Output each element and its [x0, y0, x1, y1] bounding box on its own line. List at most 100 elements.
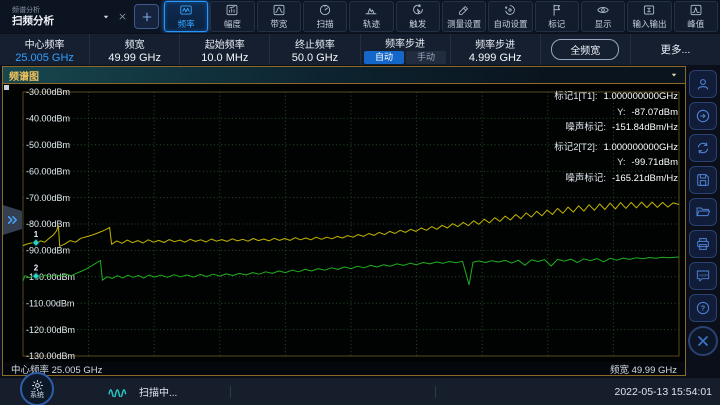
- y-axis-tick-label: -50.00dBm: [26, 140, 70, 150]
- svg-text:+SOP: +SOP: [698, 273, 708, 277]
- arrow-right-circle-icon: [695, 108, 711, 124]
- toolbar-button-display-eye[interactable]: 显示: [581, 1, 625, 32]
- toolbar-button-trace[interactable]: 轨迹: [349, 1, 393, 32]
- param-field-1-value[interactable]: 频宽49.99 GHz: [90, 34, 180, 65]
- tab-close-icon[interactable]: [117, 11, 128, 22]
- top-toolbar: 频谱分析 扫频分析 频率 幅度 带宽 扫描 轨迹触发 测量设置自动设置标记 显示输入输出 峰值: [0, 0, 720, 33]
- sidebar-button-refresh[interactable]: [689, 134, 717, 162]
- marker-readout-label: Y:: [617, 105, 625, 121]
- toolbar-button-label: 带宽: [270, 18, 287, 30]
- input-output-icon: [642, 3, 656, 17]
- trigger-icon: [411, 3, 425, 17]
- toolbar-button-label: 幅度: [224, 18, 241, 30]
- y-axis-tick-label: -30.00dBm: [26, 87, 70, 97]
- chart-panel-header[interactable]: 频谱图: [3, 67, 685, 84]
- statusbar-separator: [435, 386, 436, 398]
- chart-title: 频谱图: [9, 68, 39, 83]
- more-button[interactable]: 更多...: [661, 42, 691, 57]
- display-eye-icon: [596, 3, 610, 17]
- sidebar-button-help[interactable]: ?: [689, 294, 717, 322]
- toolbar-button-label: 触发: [409, 18, 426, 30]
- marker-readout-label: 标记2[T2]:: [554, 140, 597, 156]
- sidebar-button-printer[interactable]: [689, 230, 717, 258]
- sidebar-button-sop-bubble[interactable]: +SOP: [689, 262, 717, 290]
- param-label: 频率步进: [475, 36, 515, 51]
- statusbar-separator: [230, 386, 231, 398]
- param-field-6-pill[interactable]: 全频宽: [541, 34, 631, 65]
- marker-readout-line: 噪声标记:-165.21dBm/Hz: [554, 171, 678, 187]
- right-sidebar: +SOP?: [686, 66, 720, 378]
- peak-icon: [689, 3, 703, 17]
- sidebar-button-clover[interactable]: [688, 326, 718, 356]
- toolbar-button-amplitude[interactable]: 幅度: [210, 1, 254, 32]
- full-span-button[interactable]: 全频宽: [551, 39, 619, 60]
- sidebar-button-arrow-right-circle[interactable]: [689, 102, 717, 130]
- toolbar-button-marker-flag[interactable]: 标记: [535, 1, 579, 32]
- toolbar-button-label: 标记: [548, 18, 565, 30]
- toolbar-button-frequency[interactable]: 频率: [164, 1, 208, 32]
- toggle-option-0[interactable]: 自动: [364, 51, 404, 64]
- param-label: 终止频率: [295, 36, 335, 51]
- sidebar-button-save[interactable]: [689, 166, 717, 194]
- save-icon: [695, 172, 711, 188]
- toolbar-button-label: 频率: [178, 18, 195, 30]
- param-field-0-value[interactable]: 中心频率25.005 GHz: [0, 34, 90, 65]
- user-icon: [695, 76, 711, 92]
- toolbar-button-input-output[interactable]: 输入输出: [627, 1, 671, 32]
- y-axis-tick-label: -40.00dBm: [26, 114, 70, 124]
- system-button[interactable]: 系统: [20, 372, 54, 405]
- header-caret-icon[interactable]: [669, 70, 679, 80]
- chart-footer: 中心频率 25.005 GHz 频宽 49.99 GHz: [3, 362, 685, 375]
- toolbar-button-label: 峰值: [687, 18, 704, 30]
- toolbar-button-measure-setup[interactable]: 测量设置: [442, 1, 486, 32]
- tab-dropdown-caret-icon[interactable]: [101, 12, 111, 22]
- param-field-5-value[interactable]: 频率步进4.999 GHz: [451, 34, 541, 65]
- gear-icon: [31, 379, 44, 392]
- amplitude-icon: [225, 3, 239, 17]
- param-value: 49.99 GHz: [108, 52, 161, 64]
- toolbar-button-label: 输入输出: [632, 18, 666, 30]
- param-field-4-toggle[interactable]: 频率步进自动手动: [361, 34, 451, 65]
- marker-readout-value: 1.000000000GHz: [604, 140, 678, 156]
- frequency-icon: [179, 3, 193, 17]
- trace-icon: [364, 3, 378, 17]
- toggle-option-1[interactable]: 手动: [406, 51, 446, 64]
- tab-text-block: 频谱分析 扫频分析: [12, 6, 97, 27]
- marker-readout-label: Y:: [617, 155, 625, 171]
- toolbar-button-label: 扫描: [317, 18, 334, 30]
- marker-readout-label: 标记1[T1]:: [554, 89, 597, 105]
- marker-readout-line: 标记1[T1]: 1.000000000GHz: [554, 89, 678, 105]
- y-axis-tick-label: -130.00dBm: [26, 351, 75, 361]
- toolbar-button-bandwidth[interactable]: 带宽: [257, 1, 301, 32]
- toolbar-button-auto-setup[interactable]: 自动设置: [488, 1, 532, 32]
- sidebar-button-folder-open[interactable]: [689, 198, 717, 226]
- param-label: 频率步进: [385, 35, 425, 50]
- toolbar-button-peak[interactable]: 峰值: [674, 1, 718, 32]
- marker-readout-value: -151.84dBm/Hz: [612, 120, 678, 136]
- clock: 2022-05-13 15:54:01: [615, 386, 713, 398]
- app-mode-label: 频谱分析: [12, 6, 97, 15]
- trace-2: [23, 257, 679, 285]
- param-field-7-more[interactable]: 更多...: [631, 34, 720, 65]
- param-value: 50.0 GHz: [292, 52, 338, 64]
- sidebar-button-user[interactable]: [689, 70, 717, 98]
- marker-readout-line: 噪声标记: -151.84dBm/Hz: [554, 120, 678, 136]
- marker-readout-value: -99.71dBm: [632, 155, 678, 171]
- marker-readout-value: 1.000000000GHz: [604, 89, 678, 105]
- footer-span: 频宽 49.99 GHz: [610, 362, 677, 376]
- param-field-2-value[interactable]: 起始频率10.0 MHz: [180, 34, 270, 65]
- marker-readout-value: -87.07dBm: [632, 105, 678, 121]
- marker-readout-label: 噪声标记:: [565, 120, 606, 136]
- param-field-3-value[interactable]: 终止频率50.0 GHz: [270, 34, 360, 65]
- add-tab-button[interactable]: [134, 4, 159, 29]
- sweep-status-text: 扫描中...: [139, 384, 177, 399]
- help-icon: ?: [695, 300, 711, 316]
- spectrum-analyzer-app: 频谱分析 扫频分析 频率 幅度 带宽 扫描 轨迹触发 测量设置自动设置标记 显示输入输出 峰值…: [0, 0, 720, 405]
- folder-open-icon: [695, 204, 711, 220]
- measure-setup-icon: [457, 3, 471, 17]
- toolbar-button-sweep[interactable]: 扫描: [303, 1, 347, 32]
- y-axis-tick-label: -110.00dBm: [26, 298, 74, 308]
- measurement-tab[interactable]: 频谱分析 扫频分析: [0, 6, 128, 27]
- y-axis-tick-label: -70.00dBm: [26, 193, 70, 203]
- toolbar-button-trigger[interactable]: 触发: [396, 1, 440, 32]
